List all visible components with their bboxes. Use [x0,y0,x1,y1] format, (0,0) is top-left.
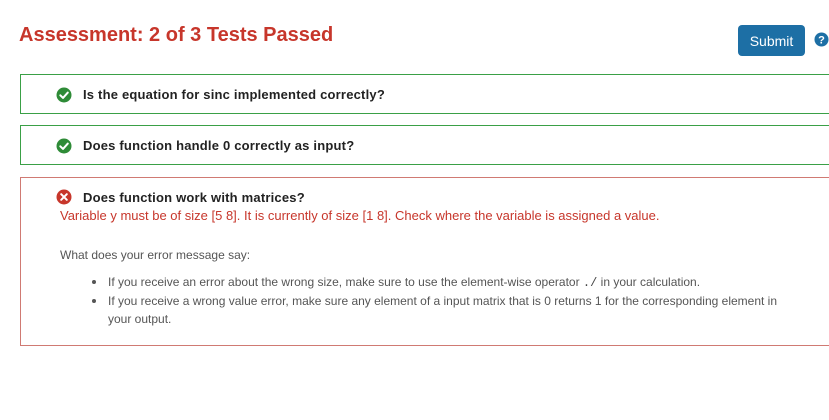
code-snippet: ./ [582,276,598,290]
feedback-item: If you receive a wrong value error, make… [83,292,803,328]
test-question: Does function work with matrices? [83,190,305,205]
test-result-1[interactable]: Is the equation for sinc implemented cor… [20,74,829,114]
submit-button[interactable]: Submit [738,25,805,56]
check-circle-icon [56,87,72,103]
test-question: Does function handle 0 correctly as inpu… [83,138,355,153]
question-circle-icon[interactable]: ? [814,32,829,47]
test-result-2[interactable]: Does function handle 0 correctly as inpu… [20,125,829,165]
x-circle-icon [56,189,72,205]
feedback-heading: What does your error message say: [60,248,251,262]
error-message: Variable y must be of size [5 8]. It is … [60,208,660,223]
page-title: Assessment: 2 of 3 Tests Passed [19,24,334,46]
test-result-3[interactable]: Does function work with matrices? Variab… [20,177,829,346]
test-question: Is the equation for sinc implemented cor… [83,87,385,102]
check-circle-icon [56,138,72,154]
svg-text:?: ? [818,35,825,47]
feedback-list: If you receive an error about the wrong … [83,273,803,328]
feedback-item: If you receive an error about the wrong … [83,273,803,292]
